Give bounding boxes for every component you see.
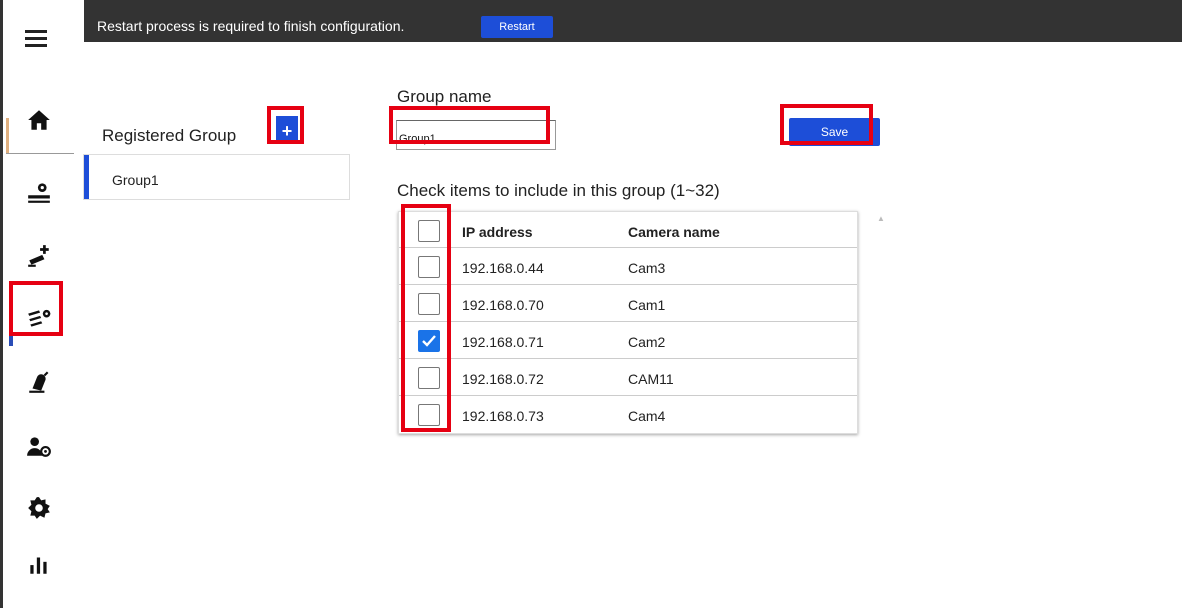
row-checkbox[interactable] <box>418 367 440 389</box>
active-item-accent <box>9 330 13 346</box>
add-group-button[interactable]: + <box>276 116 298 142</box>
hamburger-menu-icon[interactable] <box>25 30 53 54</box>
table-row[interactable]: 192.168.0.70 Cam1 <box>399 285 857 322</box>
cell-camera-name: Cam4 <box>628 408 666 424</box>
cell-ip-address: 192.168.0.44 <box>462 260 544 276</box>
save-button[interactable]: Save <box>789 118 880 146</box>
user-settings-icon <box>27 437 51 457</box>
camera-group-settings-icon <box>28 309 51 327</box>
statistics-icon <box>30 557 47 574</box>
table-row[interactable]: 192.168.0.73 Cam4 <box>399 396 857 433</box>
select-all-checkbox[interactable] <box>418 220 440 242</box>
restart-notification-bar: Restart process is required to finish co… <box>84 0 1182 42</box>
home-icon <box>28 110 50 130</box>
check-items-title: Check items to include in this group (1~… <box>397 181 720 200</box>
row-checkbox[interactable] <box>418 293 440 315</box>
recorder-settings-icon <box>28 183 50 203</box>
group-name-field[interactable] <box>396 120 556 150</box>
group-list: Group1 <box>83 154 350 200</box>
sidebar <box>3 0 77 608</box>
sidebar-item-add-camera[interactable] <box>11 234 67 278</box>
add-camera-icon <box>28 245 49 267</box>
cell-camera-name: CAM11 <box>628 371 674 387</box>
sidebar-item-settings[interactable] <box>11 486 67 530</box>
restart-button[interactable]: Restart <box>481 16 553 38</box>
registered-group-title: Registered Group <box>102 126 237 145</box>
checkmark-icon <box>422 335 436 347</box>
home-accent-bar <box>6 118 9 154</box>
column-header-camera-name: Camera name <box>628 224 720 240</box>
sidebar-item-camera-group-settings[interactable] <box>11 296 67 340</box>
restart-message: Restart process is required to finish co… <box>97 18 405 34</box>
cell-camera-name: Cam2 <box>628 334 666 350</box>
table-row[interactable]: 192.168.0.71 Cam2 <box>399 322 857 359</box>
event-icon <box>29 371 49 393</box>
scroll-up-arrow-icon[interactable]: ▲ <box>877 214 885 223</box>
cell-camera-name: Cam1 <box>628 297 666 313</box>
camera-table: IP address Camera name 192.168.0.44 Cam3… <box>398 211 858 434</box>
sidebar-item-home[interactable] <box>11 98 67 142</box>
group-list-item[interactable]: Group1 <box>84 155 349 199</box>
row-checkbox[interactable] <box>418 330 440 352</box>
sidebar-divider <box>6 153 74 154</box>
sidebar-item-event[interactable] <box>11 360 67 404</box>
sidebar-item-statistics[interactable] <box>11 542 67 586</box>
row-checkbox[interactable] <box>418 256 440 278</box>
table-header-row: IP address Camera name <box>399 212 857 248</box>
cell-ip-address: 192.168.0.70 <box>462 297 544 313</box>
cell-ip-address: 192.168.0.73 <box>462 408 544 424</box>
gear-icon <box>28 497 50 519</box>
cell-ip-address: 192.168.0.71 <box>462 334 544 350</box>
table-row[interactable]: 192.168.0.72 CAM11 <box>399 359 857 396</box>
column-header-ip: IP address <box>462 224 533 240</box>
sidebar-item-user-settings[interactable] <box>11 424 67 468</box>
sidebar-item-recorder-settings[interactable] <box>11 170 67 214</box>
group-item-label: Group1 <box>112 172 159 188</box>
row-checkbox[interactable] <box>418 404 440 426</box>
cell-ip-address: 192.168.0.72 <box>462 371 544 387</box>
cell-camera-name: Cam3 <box>628 260 666 276</box>
table-row[interactable]: 192.168.0.44 Cam3 <box>399 248 857 285</box>
group-name-label: Group name <box>397 87 492 106</box>
